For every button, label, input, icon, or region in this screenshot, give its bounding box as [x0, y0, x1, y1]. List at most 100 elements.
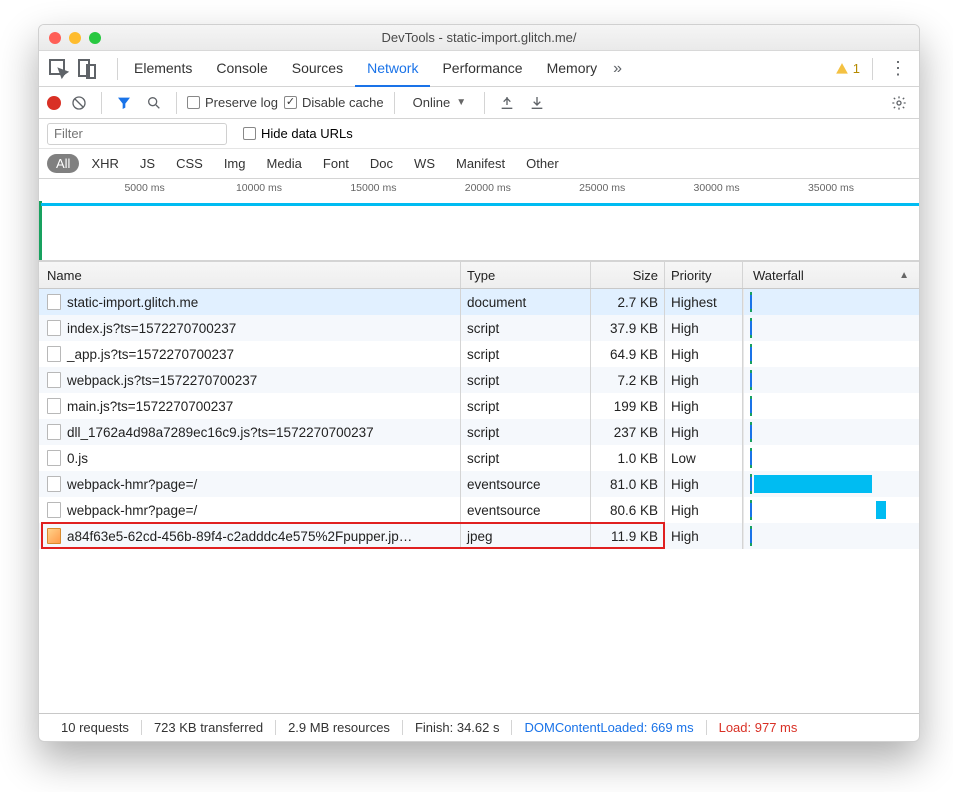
device-toolbar-icon[interactable]	[75, 57, 99, 81]
request-name: 0.js	[67, 451, 88, 466]
table-row[interactable]: webpack-hmr?page=/eventsource81.0 KBHigh	[39, 471, 919, 497]
divider	[394, 92, 395, 114]
request-priority: High	[665, 393, 743, 419]
status-requests: 10 requests	[49, 720, 142, 735]
request-name: _app.js?ts=1572270700237	[67, 347, 234, 362]
request-name: webpack.js?ts=1572270700237	[67, 373, 257, 388]
type-js[interactable]: JS	[131, 154, 164, 173]
warning-icon	[835, 62, 849, 76]
search-icon[interactable]	[142, 91, 166, 115]
minimize-window-button[interactable]	[69, 32, 81, 44]
more-tabs-button[interactable]: »	[609, 60, 626, 78]
table-row[interactable]: a84f63e5-62cd-456b-89f4-c2adddc4e575%2Fp…	[39, 523, 919, 549]
table-row[interactable]: webpack.js?ts=1572270700237script7.2 KBH…	[39, 367, 919, 393]
column-name[interactable]: Name	[39, 262, 461, 288]
filter-toggle-icon[interactable]	[112, 91, 136, 115]
export-har-icon[interactable]	[525, 91, 549, 115]
type-xhr[interactable]: XHR	[82, 154, 127, 173]
table-row[interactable]: webpack-hmr?page=/eventsource80.6 KBHigh	[39, 497, 919, 523]
request-type: script	[461, 341, 591, 367]
type-all[interactable]: All	[47, 154, 79, 173]
waterfall-cell	[743, 471, 919, 497]
status-bar: 10 requests 723 KB transferred 2.9 MB re…	[39, 713, 919, 741]
request-type: jpeg	[461, 523, 591, 549]
tab-console[interactable]: Console	[204, 51, 279, 87]
request-priority: High	[665, 523, 743, 549]
request-size: 37.9 KB	[591, 315, 665, 341]
clear-button[interactable]	[67, 91, 91, 115]
panel-tabbar: Elements Console Sources Network Perform…	[39, 51, 919, 87]
table-row[interactable]: index.js?ts=1572270700237script37.9 KBHi…	[39, 315, 919, 341]
request-size: 1.0 KB	[591, 445, 665, 471]
file-icon	[47, 476, 61, 492]
column-size[interactable]: Size	[591, 262, 665, 288]
timeline-bar	[41, 203, 919, 206]
request-name: static-import.glitch.me	[67, 295, 198, 310]
checkbox-icon	[243, 127, 256, 140]
table-header: Name Type Size Priority Waterfall ▲	[39, 261, 919, 289]
type-manifest[interactable]: Manifest	[447, 154, 514, 173]
type-other[interactable]: Other	[517, 154, 568, 173]
tab-network[interactable]: Network	[355, 51, 430, 87]
column-type[interactable]: Type	[461, 262, 591, 288]
table-row[interactable]: main.js?ts=1572270700237script199 KBHigh	[39, 393, 919, 419]
tab-performance[interactable]: Performance	[430, 51, 534, 87]
preserve-log-checkbox[interactable]: Preserve log	[187, 95, 278, 110]
divider	[101, 92, 102, 114]
request-name: index.js?ts=1572270700237	[67, 321, 236, 336]
table-row[interactable]: 0.jsscript1.0 KBLow	[39, 445, 919, 471]
disable-cache-checkbox[interactable]: Disable cache	[284, 95, 384, 110]
request-priority: High	[665, 367, 743, 393]
request-type: script	[461, 367, 591, 393]
table-row[interactable]: static-import.glitch.medocument2.7 KBHig…	[39, 289, 919, 315]
file-icon	[47, 424, 61, 440]
status-domcontentloaded: DOMContentLoaded: 669 ms	[512, 720, 706, 735]
file-icon	[47, 398, 61, 414]
waterfall-cell	[743, 419, 919, 445]
type-doc[interactable]: Doc	[361, 154, 402, 173]
type-ws[interactable]: WS	[405, 154, 444, 173]
hide-data-urls-checkbox[interactable]: Hide data URLs	[243, 126, 353, 141]
request-size: 81.0 KB	[591, 471, 665, 497]
file-icon	[47, 320, 61, 336]
status-load: Load: 977 ms	[707, 720, 810, 735]
filter-input[interactable]	[47, 123, 227, 145]
tab-elements[interactable]: Elements	[122, 51, 204, 87]
tab-sources[interactable]: Sources	[280, 51, 355, 87]
record-button[interactable]	[47, 96, 61, 110]
waterfall-cell	[743, 393, 919, 419]
file-icon	[47, 294, 61, 310]
table-row[interactable]: _app.js?ts=1572270700237script64.9 KBHig…	[39, 341, 919, 367]
column-waterfall[interactable]: Waterfall ▲	[743, 262, 919, 288]
file-icon	[47, 450, 61, 466]
maximize-window-button[interactable]	[89, 32, 101, 44]
inspect-element-icon[interactable]	[47, 57, 71, 81]
waterfall-cell	[743, 289, 919, 315]
traffic-lights	[39, 32, 101, 44]
type-img[interactable]: Img	[215, 154, 255, 173]
timeline-segment	[848, 203, 874, 206]
waterfall-cell	[743, 445, 919, 471]
divider	[117, 58, 118, 80]
warnings-badge[interactable]: 1	[835, 61, 860, 76]
network-toolbar: Preserve log Disable cache Online ▼	[39, 87, 919, 119]
request-name: dll_1762a4d98a7289ec16c9.js?ts=157227070…	[67, 425, 374, 440]
type-font[interactable]: Font	[314, 154, 358, 173]
overview-timeline[interactable]: 5000 ms 10000 ms 15000 ms 20000 ms 25000…	[39, 179, 919, 261]
type-css[interactable]: CSS	[167, 154, 212, 173]
close-window-button[interactable]	[49, 32, 61, 44]
table-row[interactable]: dll_1762a4d98a7289ec16c9.js?ts=157227070…	[39, 419, 919, 445]
column-priority[interactable]: Priority	[665, 262, 743, 288]
request-priority: High	[665, 419, 743, 445]
network-settings-icon[interactable]	[887, 91, 911, 115]
type-media[interactable]: Media	[257, 154, 310, 173]
import-har-icon[interactable]	[495, 91, 519, 115]
devtools-window: DevTools - static-import.glitch.me/ Elem…	[38, 24, 920, 742]
tab-memory[interactable]: Memory	[535, 51, 610, 87]
file-icon	[47, 502, 61, 518]
settings-menu-button[interactable]: ⋮	[885, 58, 911, 79]
throttling-dropdown[interactable]: Online ▼	[405, 95, 474, 110]
window-title: DevTools - static-import.glitch.me/	[39, 30, 919, 45]
divider	[872, 58, 873, 80]
request-priority: High	[665, 471, 743, 497]
